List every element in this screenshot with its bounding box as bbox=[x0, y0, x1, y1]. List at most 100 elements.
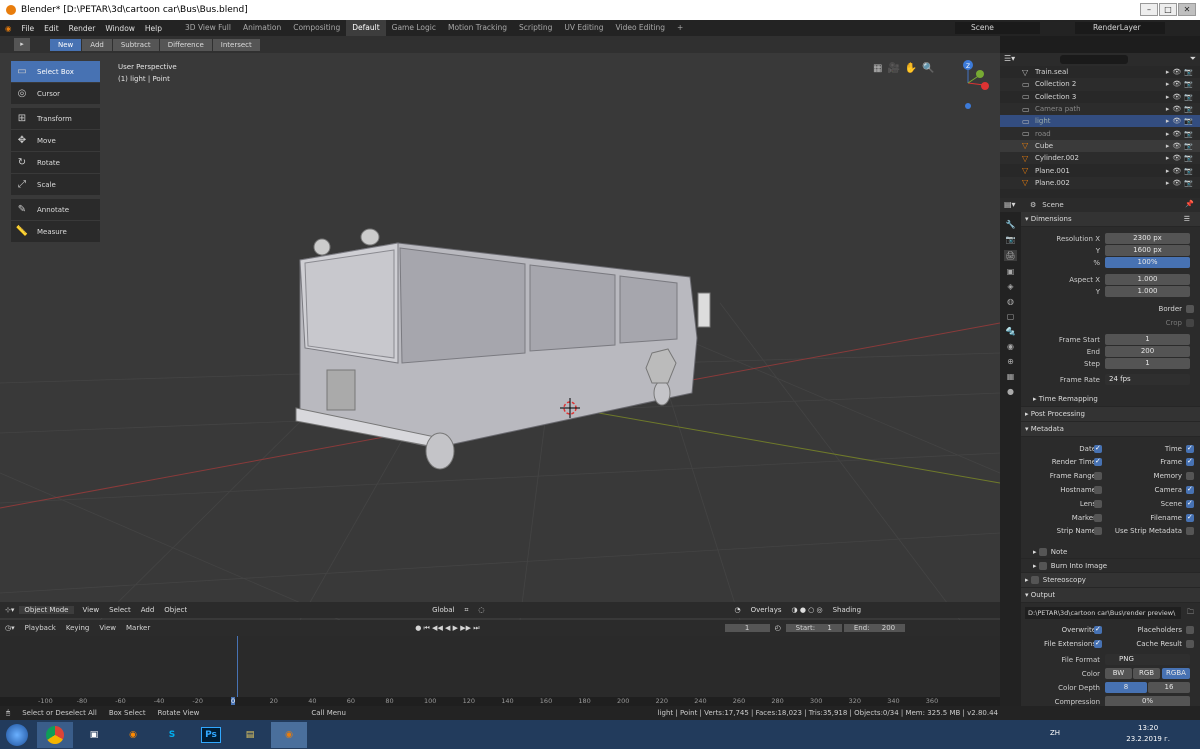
shading-dropdown[interactable]: Shading bbox=[828, 606, 866, 614]
menu-select[interactable]: Select bbox=[104, 606, 136, 614]
visibility-icons[interactable]: ▸👁📷 bbox=[1166, 93, 1196, 101]
visibility-icons[interactable]: ▸👁📷 bbox=[1166, 117, 1196, 125]
preview-range-icon[interactable]: ◴ bbox=[770, 624, 786, 632]
material-tab-icon[interactable]: ● bbox=[1007, 387, 1014, 396]
blender-menu-icon[interactable]: ◉ bbox=[0, 24, 17, 33]
tool-annotate[interactable]: ✎ Annotate bbox=[11, 199, 100, 220]
tool-cursor[interactable]: ◎ Cursor bbox=[11, 83, 100, 104]
menu-render[interactable]: Render bbox=[64, 24, 101, 33]
zoom-icon[interactable]: 🔍 bbox=[922, 63, 934, 74]
skype-taskbar-icon[interactable]: S bbox=[154, 722, 190, 748]
menu-view[interactable]: View bbox=[78, 606, 105, 614]
tool-rotate[interactable]: ↻ Rotate bbox=[11, 152, 100, 173]
meta-right-checkbox[interactable] bbox=[1186, 513, 1194, 522]
output-tab-icon[interactable]: 🖨 bbox=[1004, 250, 1017, 261]
panel-metadata[interactable]: ▾ Metadata bbox=[1021, 421, 1200, 437]
aspect-y-field[interactable]: 1.000 bbox=[1105, 286, 1190, 297]
mode-intersect-button[interactable]: Intersect bbox=[212, 38, 260, 51]
crop-checkbox[interactable] bbox=[1186, 318, 1194, 327]
blender-taskbar-icon[interactable]: ◉ bbox=[271, 721, 307, 748]
color-rgba-button[interactable]: RGBA bbox=[1162, 667, 1190, 679]
meta-right-checkbox[interactable] bbox=[1186, 444, 1194, 453]
chrome-taskbar-icon[interactable] bbox=[37, 721, 73, 748]
compression-field[interactable]: 0% bbox=[1105, 695, 1190, 706]
visibility-icons[interactable]: ▸👁📷 bbox=[1166, 105, 1196, 113]
burn-checkbox[interactable] bbox=[1038, 561, 1047, 570]
input-language[interactable]: ZH bbox=[1050, 729, 1060, 737]
snap-icon[interactable]: ⌗ bbox=[459, 606, 473, 615]
outliner-editor-icon[interactable]: ☰▾ bbox=[1004, 54, 1015, 63]
outliner-row[interactable]: ▽ Plane.001 ▸👁📷 bbox=[1000, 164, 1200, 176]
outliner-row[interactable]: ▭ Collection 3 ▸👁📷 bbox=[1000, 91, 1200, 103]
menu-file[interactable]: File bbox=[17, 24, 40, 33]
playback-controls[interactable]: ● ⏮ ◀◀ ◀ ▶ ▶▶ ⏭ bbox=[410, 624, 484, 633]
meta-left-checkbox[interactable] bbox=[1094, 499, 1102, 508]
outliner-row[interactable]: ▽ Plane.002 ▸👁📷 bbox=[1000, 176, 1200, 189]
menu-help[interactable]: Help bbox=[140, 24, 167, 33]
tab-motion-tracking[interactable]: Motion Tracking bbox=[442, 20, 513, 36]
render-tab-icon[interactable]: 📷 bbox=[1006, 235, 1016, 244]
mode-add-button[interactable]: Add bbox=[82, 38, 112, 51]
menu-keying[interactable]: Keying bbox=[61, 624, 95, 632]
meta-right-checkbox[interactable] bbox=[1186, 472, 1194, 481]
render-layer-selector[interactable]: RenderLayer bbox=[1075, 22, 1165, 34]
tool-scale[interactable]: ⤢ Scale bbox=[11, 174, 100, 195]
scene-tab-icon[interactable]: ◈ bbox=[1007, 282, 1013, 291]
outliner-row[interactable]: ▭ light ▸👁📷 bbox=[1000, 115, 1200, 128]
3d-viewport[interactable]: Z ▭ Select Box ◎ Cursor ⊞ Transform ✥ Move ↻… bbox=[0, 53, 1000, 620]
tab-video-editing[interactable]: Video Editing bbox=[610, 20, 672, 36]
frame-end-field[interactable]: 200 bbox=[1105, 345, 1190, 357]
filter-icon[interactable]: ⏷ bbox=[1190, 54, 1196, 64]
tab-3d-view-full[interactable]: 3D View Full bbox=[179, 20, 237, 36]
system-clock[interactable]: 13:20 23.2.2019 г. bbox=[1126, 723, 1170, 745]
frame-start-field[interactable]: 1 bbox=[1105, 333, 1190, 345]
tool-select-box[interactable]: ▭ Select Box bbox=[11, 61, 100, 82]
end-frame-field[interactable]: End: 200 bbox=[843, 624, 906, 632]
menu-marker[interactable]: Marker bbox=[121, 624, 155, 632]
file-format-dropdown[interactable]: PNG bbox=[1105, 653, 1190, 665]
visibility-icons[interactable]: ▸👁📷 bbox=[1166, 130, 1196, 138]
color-rgb-button[interactable]: RGB bbox=[1133, 667, 1160, 679]
panel-output[interactable]: ▾ Output bbox=[1021, 588, 1200, 604]
tool-move[interactable]: ✥ Move bbox=[11, 130, 100, 151]
meta-right-checkbox[interactable] bbox=[1186, 485, 1194, 494]
object-tab-icon[interactable]: ▢ bbox=[1007, 312, 1015, 321]
menu-object[interactable]: Object bbox=[159, 606, 192, 614]
playhead[interactable] bbox=[237, 636, 238, 706]
meta-right-checkbox[interactable] bbox=[1186, 499, 1194, 508]
panel-stereoscopy[interactable]: ▸ Stereoscopy bbox=[1021, 573, 1200, 589]
tab-compositing[interactable]: Compositing bbox=[287, 20, 346, 36]
meta-right-checkbox[interactable] bbox=[1186, 457, 1194, 467]
editor-type-icon[interactable]: ⊹▾ bbox=[0, 606, 19, 614]
menu-playback[interactable]: Playback bbox=[20, 624, 61, 632]
meta-left-checkbox[interactable] bbox=[1094, 513, 1102, 522]
add-workspace-button[interactable]: + bbox=[671, 20, 689, 36]
visibility-icons[interactable]: ▸👁📷 bbox=[1166, 154, 1196, 162]
transform-orientation-dropdown[interactable]: Global bbox=[427, 606, 459, 614]
data-tab-icon[interactable]: ▦ bbox=[1007, 372, 1015, 381]
tab-animation[interactable]: Animation bbox=[237, 20, 287, 36]
border-checkbox[interactable] bbox=[1186, 305, 1194, 313]
timeline-area[interactable]: -100 -80 -60 -40 -20 0 20 40 60 80 100 120 140 160 180… bbox=[0, 636, 1000, 706]
resolution-x-field[interactable]: 2300 px bbox=[1105, 233, 1190, 244]
panel-burn-into-image[interactable]: ▸ Burn Into Image bbox=[1021, 559, 1200, 574]
visibility-icons[interactable]: ▸👁📷 bbox=[1166, 142, 1196, 150]
explorer-taskbar-icon[interactable]: ▤ bbox=[232, 722, 268, 748]
frame-step-field[interactable]: 1 bbox=[1105, 357, 1190, 369]
tab-game-logic[interactable]: Game Logic bbox=[386, 20, 442, 36]
menu-view-timeline[interactable]: View bbox=[94, 624, 121, 632]
properties-editor-icon[interactable]: ▤▾ bbox=[1004, 200, 1016, 209]
modifier-tab-icon[interactable]: 🔩 bbox=[1006, 327, 1016, 336]
timeline-editor-icon[interactable]: ◷▾ bbox=[0, 624, 20, 632]
outliner-row[interactable]: ▽ Train.seal ▸👁📷 bbox=[1000, 66, 1200, 78]
constraint-tab-icon[interactable]: ⊕ bbox=[1007, 357, 1014, 366]
overwrite-checkbox[interactable] bbox=[1094, 625, 1102, 635]
pan-hand-icon[interactable]: ✋ bbox=[905, 63, 917, 74]
aspect-x-field[interactable]: 1.000 bbox=[1105, 274, 1190, 285]
minimize-button[interactable]: – bbox=[1140, 3, 1158, 16]
camera-view-icon[interactable]: 🎥 bbox=[887, 63, 899, 74]
panel-dimensions[interactable]: ▾ Dimensions ☰ bbox=[1021, 212, 1200, 227]
visibility-icons[interactable]: ▸👁📷 bbox=[1166, 80, 1196, 88]
world-tab-icon[interactable]: ◍ bbox=[1007, 297, 1014, 306]
photoshop-taskbar-icon[interactable]: Ps bbox=[193, 722, 229, 748]
